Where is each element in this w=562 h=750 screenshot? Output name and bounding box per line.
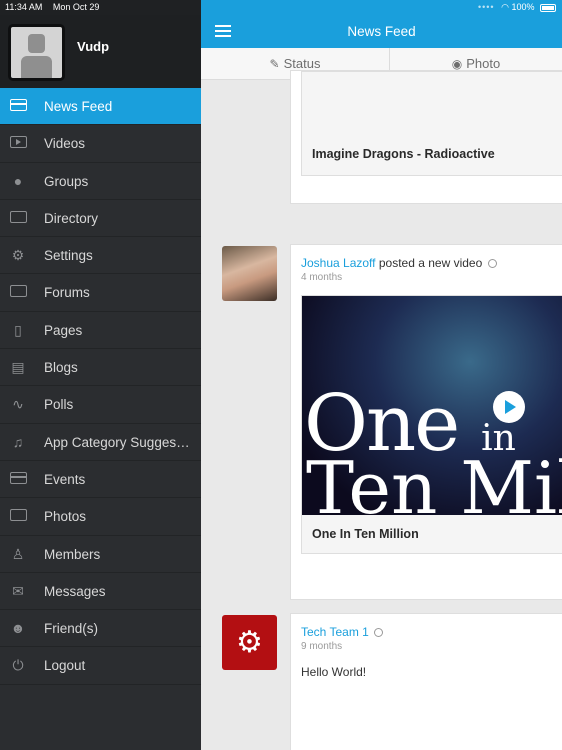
calendar-icon — [9, 471, 27, 487]
news-feed-icon — [9, 99, 27, 114]
groups-icon: ● — [13, 172, 23, 189]
sidebar-item-label: Friend(s) — [44, 621, 99, 637]
sidebar-item-label: Members — [44, 546, 101, 562]
polls-icon: ∿ — [12, 396, 24, 413]
battery-percent: 100% — [511, 2, 535, 12]
power-icon: ⏻ — [12, 657, 24, 674]
status-time: 11:34 AM — [5, 2, 43, 12]
photo-label: Photo — [466, 56, 501, 71]
settings-icon: ⚙ — [11, 247, 25, 264]
post-meta: Tech Team 1 — [301, 625, 384, 639]
sidebar-item-app-category[interactable]: ♫ App Category Sugges… — [0, 424, 201, 461]
sidebar-item-settings[interactable]: ⚙ Settings — [0, 237, 201, 275]
thumbnail-title-line2: Ten Mil — [306, 446, 562, 515]
post-action: posted a new video — [378, 256, 483, 270]
video-icon — [9, 136, 27, 151]
sidebar-item-pages[interactable]: ▯ Pages — [0, 312, 201, 350]
media-caption: One In Ten Million — [312, 527, 419, 541]
sidebar-item-label: Directory — [44, 210, 99, 226]
sidebar-item-label: Polls — [44, 397, 74, 413]
blogs-icon: ▤ — [11, 359, 25, 376]
friends-icon: ☻ — [10, 620, 26, 637]
post-text: Hello World! — [301, 665, 367, 679]
post-time: 9 months — [301, 641, 343, 652]
sidebar-item-label: Forums — [44, 285, 90, 301]
sidebar-item-label: Blogs — [44, 360, 78, 376]
sidebar-item-groups[interactable]: ● Groups — [0, 163, 201, 200]
sidebar-item-directory[interactable]: Directory — [0, 200, 201, 238]
sidebar: Vudp News Feed Videos ● Groups Directory… — [0, 15, 201, 750]
feed-post: Tech Team 1 9 months Hello World! — [290, 613, 562, 750]
post-media[interactable]: One in Ten Mil One In Ten Million — [301, 295, 562, 554]
battery-icon — [540, 3, 556, 12]
sidebar-item-label: Settings — [44, 248, 93, 264]
members-icon: ♙ — [11, 545, 25, 562]
sidebar-item-label: Videos — [44, 136, 86, 152]
play-icon[interactable] — [493, 391, 525, 423]
edit-icon: ✎ — [269, 57, 280, 71]
photos-icon — [9, 509, 27, 524]
top-bar: News Feed — [201, 15, 562, 48]
status-bar-left: 11:34 AM Mon Oct 29 — [0, 0, 201, 15]
media-caption: Imagine Dragons - Radioactive — [312, 147, 495, 161]
post-media[interactable]: Imagine Dragons - Radioactive — [301, 71, 562, 176]
envelope-icon: ✉ — [12, 582, 24, 599]
feed-post: Joshua Lazoff posted a new video 4 month… — [290, 244, 562, 600]
status-date: Mon Oct 29 — [52, 2, 100, 12]
directory-icon — [9, 210, 27, 226]
sidebar-item-events[interactable]: Events — [0, 461, 201, 499]
sidebar-item-label: Photos — [44, 509, 87, 525]
sidebar-item-label: Logout — [44, 658, 86, 674]
profile-name[interactable]: Vudp — [77, 39, 109, 54]
sidebar-item-polls[interactable]: ∿ Polls — [0, 386, 201, 424]
video-thumbnail[interactable]: One in Ten Mil — [302, 296, 562, 515]
post-meta: Joshua Lazoff posted a new video — [301, 256, 497, 270]
status-label: Status — [283, 56, 321, 71]
feed-post: Imagine Dragons - Radioactive — [290, 70, 562, 204]
avatar[interactable] — [222, 246, 277, 301]
sidebar-item-label: Events — [44, 471, 86, 487]
gear-icon: ⚙ — [236, 626, 263, 659]
forums-icon — [9, 285, 27, 300]
globe-icon — [487, 259, 497, 269]
signal-icon: •••• — [477, 2, 495, 12]
main-panel: News Feed ✎ Status ◉ Photo Imagine Dragons… — [201, 15, 562, 750]
wifi-icon: ◠ — [501, 2, 509, 12]
sidebar-item-label: App Category Sugges… — [44, 434, 190, 450]
globe-icon — [374, 628, 384, 638]
post-author[interactable]: Joshua Lazoff — [301, 256, 376, 270]
pages-icon: ▯ — [14, 321, 22, 338]
post-author[interactable]: Tech Team 1 — [301, 625, 369, 639]
sidebar-item-label: Messages — [44, 583, 106, 599]
sidebar-item-label: Groups — [44, 173, 89, 189]
sidebar-item-news-feed[interactable]: News Feed — [0, 88, 201, 126]
status-bar-right: •••• ◠ 100% — [201, 0, 562, 15]
post-time: 4 months — [301, 272, 343, 283]
avatar[interactable]: ⚙ — [222, 615, 277, 670]
music-note-icon: ♫ — [12, 433, 24, 450]
sidebar-item-label: News Feed — [44, 99, 113, 114]
sidebar-item-videos[interactable]: Videos — [0, 125, 201, 163]
sidebar-item-members[interactable]: ♙ Members — [0, 536, 201, 573]
sidebar-item-blogs[interactable]: ▤ Blogs — [0, 349, 201, 387]
sidebar-item-photos[interactable]: Photos — [0, 498, 201, 536]
sidebar-item-forums[interactable]: Forums — [0, 274, 201, 312]
sidebar-profile[interactable]: Vudp — [0, 15, 201, 88]
sidebar-item-messages[interactable]: ✉ Messages — [0, 573, 201, 611]
page-title: News Feed — [347, 24, 416, 39]
profile-avatar[interactable] — [8, 24, 65, 81]
camera-icon: ◉ — [451, 57, 463, 71]
sidebar-item-friends[interactable]: ☻ Friend(s) — [0, 610, 201, 648]
status-bar: 11:34 AM Mon Oct 29 •••• ◠ 100% — [0, 0, 562, 15]
sidebar-item-logout[interactable]: ⏻ Logout — [0, 647, 201, 685]
sidebar-item-label: Pages — [44, 322, 83, 338]
